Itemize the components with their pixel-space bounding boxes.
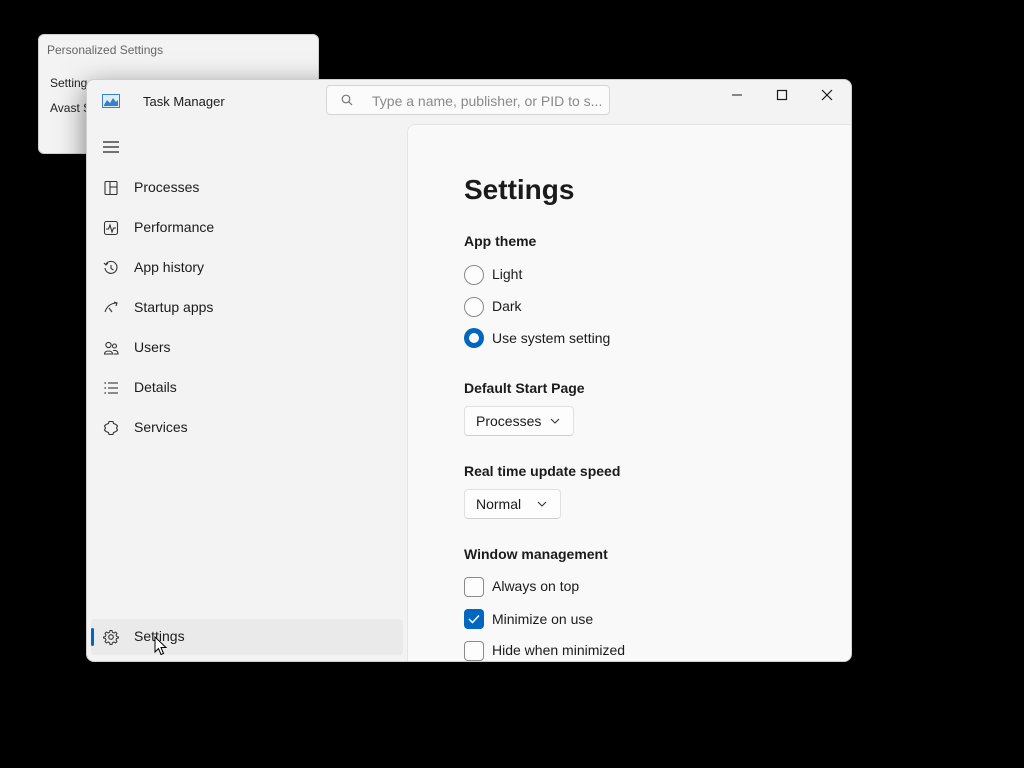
- sidebar-item-label: Processes: [134, 179, 200, 195]
- title-bar[interactable]: Task Manager Type a name, publisher, or …: [87, 80, 851, 124]
- sidebar-item-label: Services: [134, 419, 188, 435]
- minimize-button[interactable]: [714, 80, 760, 110]
- checkbox-label: Hide when minimized: [492, 642, 626, 658]
- maximize-icon: [776, 89, 788, 101]
- window-management-heading: Window management: [464, 546, 608, 562]
- sidebar-item-app-history[interactable]: App history: [91, 250, 403, 286]
- search-icon: [341, 94, 353, 106]
- sidebar-item-services[interactable]: Services: [91, 410, 403, 446]
- users-icon: [103, 341, 119, 355]
- update-speed-dropdown[interactable]: Normal: [464, 489, 561, 519]
- sidebar-item-startup-apps[interactable]: Startup apps: [91, 290, 403, 326]
- services-icon: [103, 420, 119, 436]
- checkbox-box-checked: [464, 609, 484, 629]
- checkbox-box: [464, 641, 484, 661]
- settings-page: Settings App theme Light Dark Use system…: [407, 124, 851, 661]
- details-icon: [104, 382, 118, 394]
- radio-circle: [464, 297, 484, 317]
- sidebar-item-label: Startup apps: [134, 299, 214, 315]
- sidebar-item-details[interactable]: Details: [91, 370, 403, 406]
- gear-icon: [103, 630, 119, 645]
- close-icon: [821, 89, 833, 101]
- checkbox-box: [464, 577, 484, 597]
- sidebar-item-label: Users: [134, 339, 171, 355]
- radio-circle: [464, 265, 484, 285]
- chevron-down-icon: [550, 418, 560, 424]
- hamburger-menu-icon[interactable]: [103, 141, 119, 153]
- search-placeholder: Type a name, publisher, or PID to s...: [372, 93, 603, 109]
- close-button[interactable]: [804, 80, 850, 110]
- default-start-page-dropdown[interactable]: Processes: [464, 406, 574, 436]
- sidebar-item-label: App history: [134, 259, 205, 275]
- search-input[interactable]: Type a name, publisher, or PID to s...: [326, 85, 610, 115]
- dropdown-value: Normal: [476, 496, 522, 512]
- checkbox-label: Minimize on use: [492, 611, 594, 627]
- performance-icon: [103, 220, 119, 236]
- radio-label: Use system setting: [492, 330, 611, 346]
- chevron-down-icon: [537, 501, 547, 507]
- startup-icon: [104, 301, 118, 313]
- sidebar-item-label: Details: [134, 379, 177, 395]
- checkmark-icon: [468, 614, 480, 624]
- radio-label: Light: [492, 266, 523, 282]
- sidebar-item-performance[interactable]: Performance: [91, 210, 403, 246]
- sidebar-item-label: Performance: [134, 219, 215, 235]
- sidebar-item-users[interactable]: Users: [91, 330, 403, 366]
- checkbox-label: Always on top: [492, 578, 580, 594]
- background-window-text: Avast S: [50, 101, 92, 115]
- task-manager-window: Task Manager Type a name, publisher, or …: [86, 79, 852, 662]
- background-window-title: Personalized Settings: [47, 43, 164, 57]
- processes-icon: [104, 180, 118, 196]
- page-title: Settings: [464, 174, 575, 205]
- radio-label: Dark: [492, 298, 522, 314]
- sidebar-item-settings[interactable]: Settings: [91, 619, 403, 655]
- task-manager-icon: [102, 94, 120, 108]
- minimize-icon: [732, 94, 742, 96]
- window-title: Task Manager: [143, 94, 225, 109]
- maximize-button[interactable]: [759, 80, 805, 110]
- sidebar-item-processes[interactable]: Processes: [91, 170, 403, 206]
- dropdown-value: Processes: [476, 413, 542, 429]
- app-theme-heading: App theme: [464, 233, 537, 249]
- history-icon: [103, 260, 118, 274]
- default-start-page-heading: Default Start Page: [464, 380, 585, 396]
- mouse-cursor-icon: [154, 636, 168, 656]
- radio-circle-selected: [464, 328, 484, 348]
- update-speed-heading: Real time update speed: [464, 463, 621, 479]
